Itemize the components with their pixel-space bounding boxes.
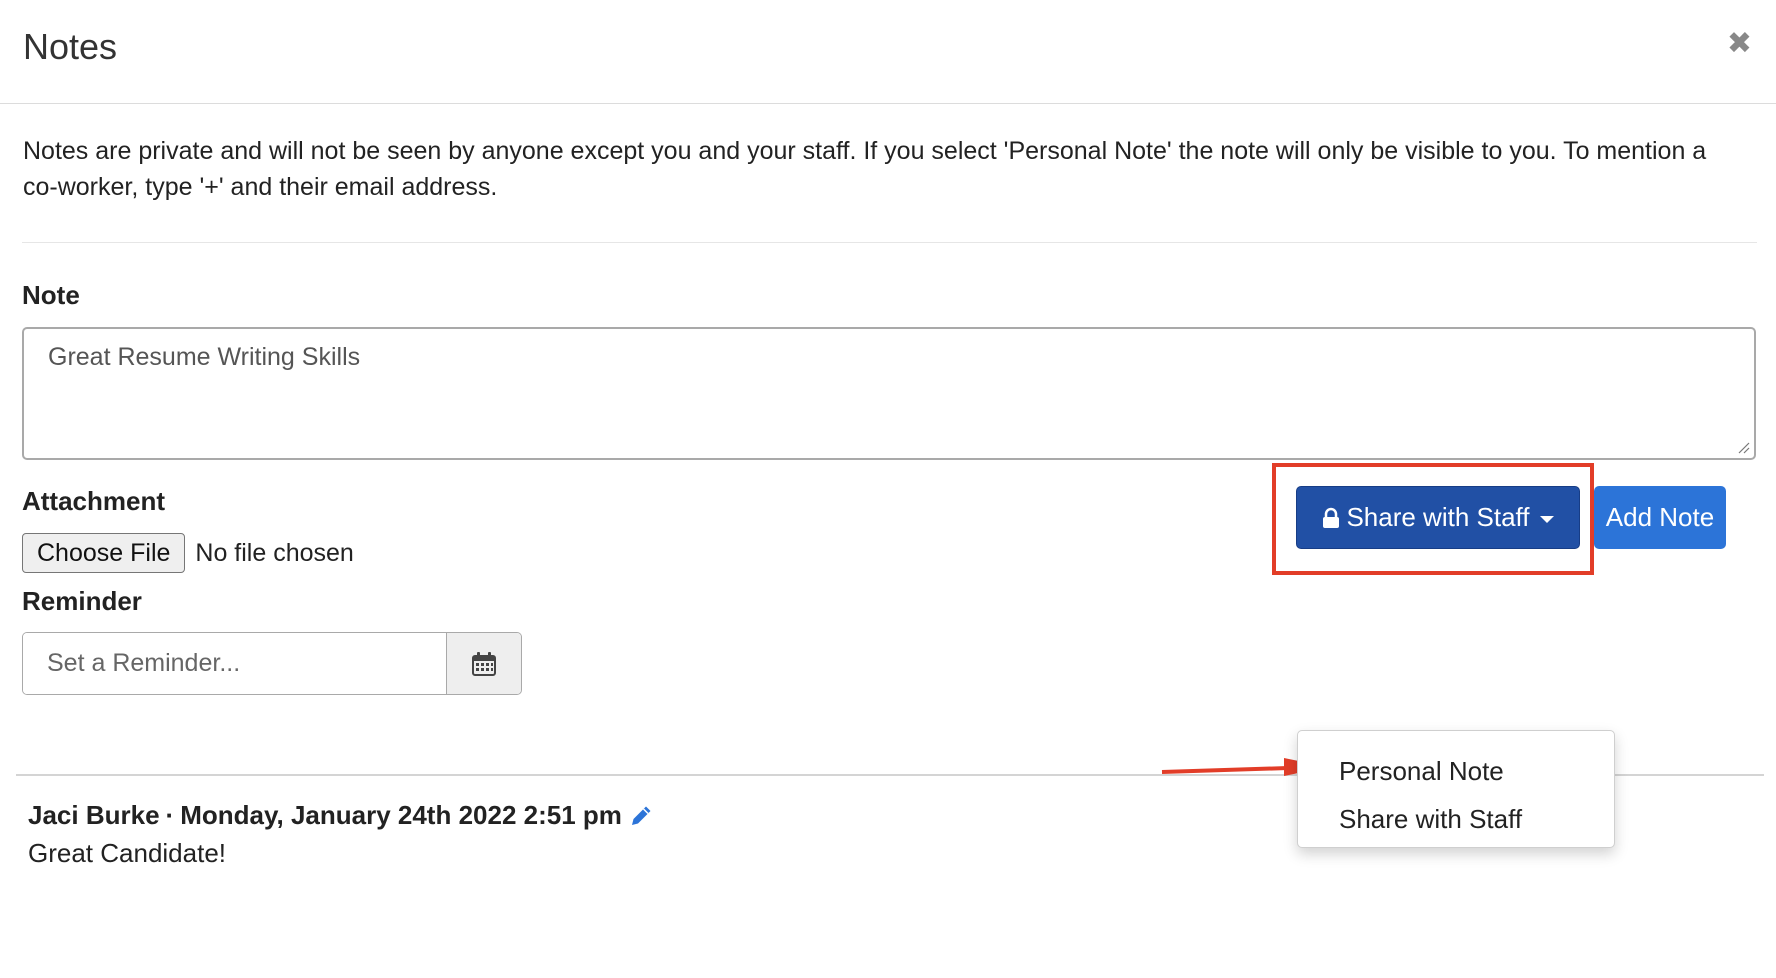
calendar-button[interactable]: [446, 633, 521, 694]
pencil-icon[interactable]: [628, 803, 654, 829]
meta-separator: ·: [165, 800, 175, 830]
choose-file-button[interactable]: Choose File: [22, 533, 186, 573]
menu-item-personal-note[interactable]: Personal Note: [1298, 747, 1614, 795]
share-button-label: Share with Staff: [1346, 502, 1530, 532]
note-entry-header: Jaci Burke · Monday, January 24th 2022 2…: [28, 800, 654, 831]
add-note-button[interactable]: Add Note: [1594, 486, 1726, 549]
note-author: Jaci Burke: [28, 800, 160, 830]
resize-handle-icon[interactable]: [1738, 442, 1750, 454]
caret-down-icon: [1539, 515, 1554, 523]
note-timestamp: Monday, January 24th 2022 2:51 pm: [180, 800, 622, 830]
calendar-icon: [472, 651, 496, 676]
modal-title: Notes: [23, 26, 118, 67]
note-label: Note: [22, 280, 80, 310]
file-input[interactable]: Choose File No file chosen: [22, 533, 354, 573]
note-text: Great Resume Writing Skills: [48, 343, 361, 371]
menu-item-share-with-staff[interactable]: Share with Staff: [1298, 795, 1614, 843]
attachment-label: Attachment: [22, 486, 166, 516]
note-textarea[interactable]: Great Resume Writing Skills: [22, 327, 1756, 460]
intro-text: Notes are private and will not be seen b…: [23, 137, 1707, 201]
divider: [22, 242, 1757, 243]
close-icon[interactable]: ✖: [1727, 26, 1752, 61]
share-with-staff-button[interactable]: Share with Staff: [1296, 486, 1580, 549]
note-entry-text: Great Candidate!: [28, 838, 227, 868]
modal-header: Notes ✖: [0, 0, 1776, 104]
lock-icon: [1323, 507, 1340, 528]
reminder-input[interactable]: [23, 633, 446, 694]
share-dropdown-menu: Personal Note Share with Staff: [1297, 730, 1615, 848]
reminder-group: [22, 632, 522, 695]
file-status: No file chosen: [195, 538, 354, 567]
reminder-label: Reminder: [22, 586, 142, 616]
